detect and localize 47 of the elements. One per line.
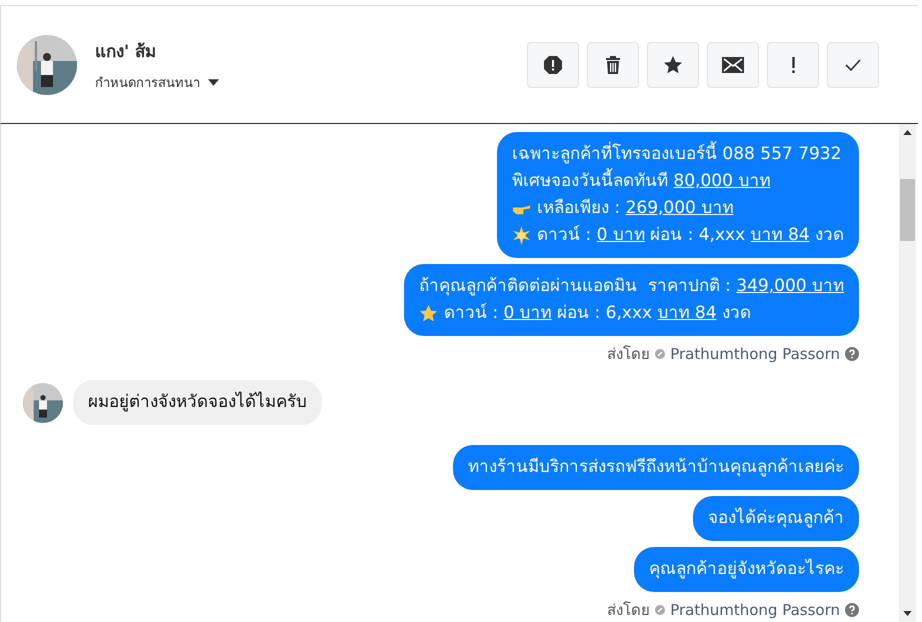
scroll-up-icon[interactable] bbox=[903, 130, 912, 135]
message-text: งวด bbox=[720, 302, 751, 325]
message-text: เฉพาะลูกค้าที่โทรจองเบอร์นี้ 088 557 7932 bbox=[512, 141, 842, 168]
delete-button[interactable] bbox=[587, 42, 639, 88]
sent-by-label: ส่งโดย bbox=[607, 344, 650, 365]
message-text: งวด bbox=[814, 224, 844, 247]
spam-button[interactable] bbox=[527, 42, 579, 88]
message-link[interactable]: บาท 84 bbox=[657, 300, 717, 327]
message-text: ทางร้านมีบริการส่งรถฟรีถึงหน้าบ้านคุณลูกค้าเลยค่ะ bbox=[468, 456, 844, 479]
help-icon[interactable] bbox=[845, 347, 859, 361]
envelope-icon bbox=[722, 56, 744, 72]
message-text: คุณลูกค้าอยู่จังหวัดอะไรคะ bbox=[649, 558, 844, 581]
message-text: พิเศษจองวันนี้ลดทันที bbox=[512, 168, 674, 195]
sparkle-icon bbox=[512, 226, 532, 245]
message-text: ผมอยู่ต่างจังหวัดจองได้ไมครับ bbox=[88, 390, 307, 414]
status-icon bbox=[655, 349, 666, 359]
contact-name: แกง' ส้ม bbox=[95, 40, 158, 64]
message-text: เหลือเพียง : bbox=[537, 197, 622, 220]
mail-button[interactable] bbox=[707, 42, 759, 88]
message-text: ผ่อน : 6,xxx bbox=[556, 302, 654, 325]
message-link[interactable]: 0 บาท bbox=[596, 222, 645, 249]
message-link[interactable]: 269,000 บาท bbox=[626, 195, 734, 222]
conversation-menu[interactable]: กำหนดการสนทนา bbox=[95, 72, 219, 92]
sender-name[interactable]: Prathumthong Passorn bbox=[670, 601, 840, 619]
exclamation-icon bbox=[792, 56, 794, 72]
message-text: ดาวน์ : bbox=[444, 302, 500, 325]
scrollbar[interactable] bbox=[899, 124, 916, 622]
message-text: จองได้ค่ะคุณลูกค้า bbox=[708, 506, 844, 530]
message-text: ถ้าคุณลูกค้าติดต่อผ่านแอดมิน ราคาปกติ : bbox=[418, 275, 732, 298]
help-icon[interactable] bbox=[845, 603, 859, 617]
star-icon bbox=[418, 304, 438, 323]
message-link[interactable]: 80,000 บาท bbox=[673, 168, 770, 195]
star-icon bbox=[663, 54, 683, 74]
message-text: ผ่อน : 4,xxx bbox=[649, 224, 746, 247]
scroll-down-icon[interactable] bbox=[903, 611, 912, 616]
caret-icon bbox=[208, 78, 219, 86]
alert-icon bbox=[543, 54, 563, 74]
message-link[interactable]: บาท 84 bbox=[750, 222, 810, 249]
sent-by-label: ส่งโดย bbox=[607, 600, 650, 621]
star-button[interactable] bbox=[647, 42, 699, 88]
scroll-thumb[interactable] bbox=[900, 179, 915, 241]
message-link[interactable]: 0 บาท bbox=[504, 300, 552, 327]
message-text: ดาวน์ : bbox=[537, 224, 592, 247]
sender-name[interactable]: Prathumthong Passorn bbox=[670, 345, 840, 363]
status-icon bbox=[655, 605, 666, 615]
trash-icon bbox=[603, 54, 623, 74]
message-link[interactable]: 349,000 บาท bbox=[736, 273, 844, 300]
